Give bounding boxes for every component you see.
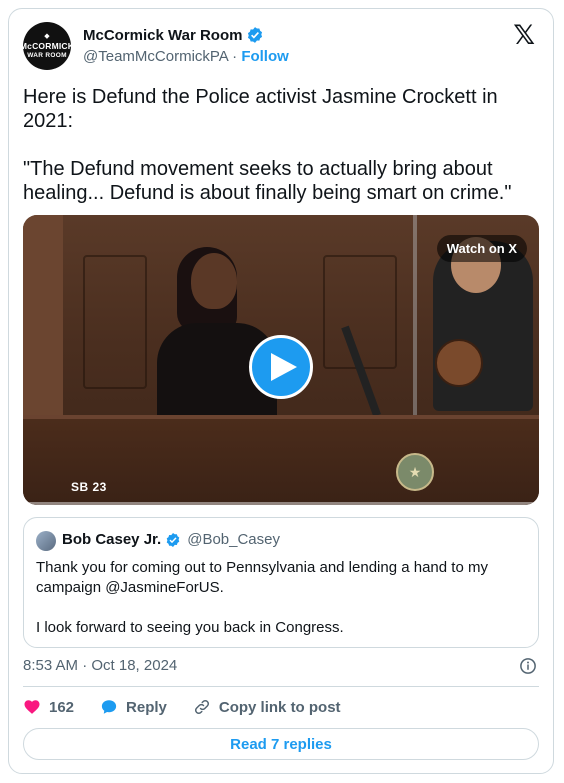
read-replies-button[interactable]: Read 7 replies [23,728,539,760]
reply-bubble-icon [101,700,117,714]
like-button[interactable]: 162 [23,698,74,716]
quoted-author-name[interactable]: Bob Casey Jr. [62,531,161,548]
state-seal-icon: ★ [396,453,434,491]
divider [23,686,539,687]
quoted-paragraph: Thank you for coming out to Pennsylvania… [36,559,488,596]
wood-panel [83,255,147,389]
avatar-text-line1: McCORMICK [19,41,75,51]
link-icon [194,699,209,715]
wood-panel [323,255,397,369]
copy-link-label: Copy link to post [218,698,341,716]
author-name-row: McCormick War Room [83,26,264,44]
verified-badge-icon [248,27,263,43]
tweet-text: Here is Defund the Police activist Jasmi… [23,85,533,205]
play-icon [270,353,297,381]
copy-link-button[interactable]: Copy link to post [193,698,341,716]
handle-separator: · [227,48,242,65]
author-handle-row: @TeamMcCormickPA · Follow [83,48,289,65]
follow-button[interactable]: Follow [241,48,289,65]
tweet-card: ◆ McCORMICK WAR ROOM McCormick War Room … [8,8,554,774]
info-icon[interactable] [519,657,537,675]
avatar-text-line2: WAR ROOM [27,51,67,59]
quoted-author-handle[interactable]: @Bob_Casey [187,531,280,548]
play-button[interactable] [249,335,313,399]
reply-button[interactable]: Reply [100,698,167,716]
reply-label: Reply [126,698,167,716]
author-handle[interactable]: @TeamMcCormickPA [83,48,228,65]
heart-icon [24,700,40,714]
author-name[interactable]: McCormick War Room [83,27,242,44]
tweet-paragraph: "The Defund movement seeks to actually b… [23,158,512,204]
tweet-paragraph: Here is Defund the Police activist Jasmi… [23,86,498,132]
quoted-name-row: Bob Casey Jr. @Bob_Casey [62,531,280,548]
quoted-text: Thank you for coming out to Pennsylvania… [36,558,526,638]
quoted-tweet[interactable]: Bob Casey Jr. @Bob_Casey Thank you for c… [23,517,539,648]
action-bar: 162 Reply Copy link to post [23,697,367,717]
speaker-head [191,253,237,309]
desk-knob [435,339,483,387]
video-progress-bar[interactable] [23,502,539,505]
x-logo-icon[interactable]: 𝕏 [513,22,535,49]
video-player[interactable]: ★ Watch on X SB 23 [23,215,539,505]
avatar-mark-icon: ◆ [44,33,50,40]
verified-badge-icon [166,532,180,547]
like-count: 162 [49,698,75,716]
speaker [147,247,287,433]
timestamp[interactable]: 8:53 AM · Oct 18, 2024 [23,657,177,674]
video-caption: SB 23 [71,480,107,494]
tweet-meta: 8:53 AM · Oct 18, 2024 [23,657,539,674]
wood-pillar [23,215,63,425]
author-avatar[interactable]: ◆ McCORMICK WAR ROOM [19,22,75,70]
watch-on-x-button[interactable]: Watch on X [436,235,527,262]
quoted-paragraph: I look forward to seeing you back in Con… [36,619,344,636]
quoted-avatar[interactable] [36,531,56,551]
